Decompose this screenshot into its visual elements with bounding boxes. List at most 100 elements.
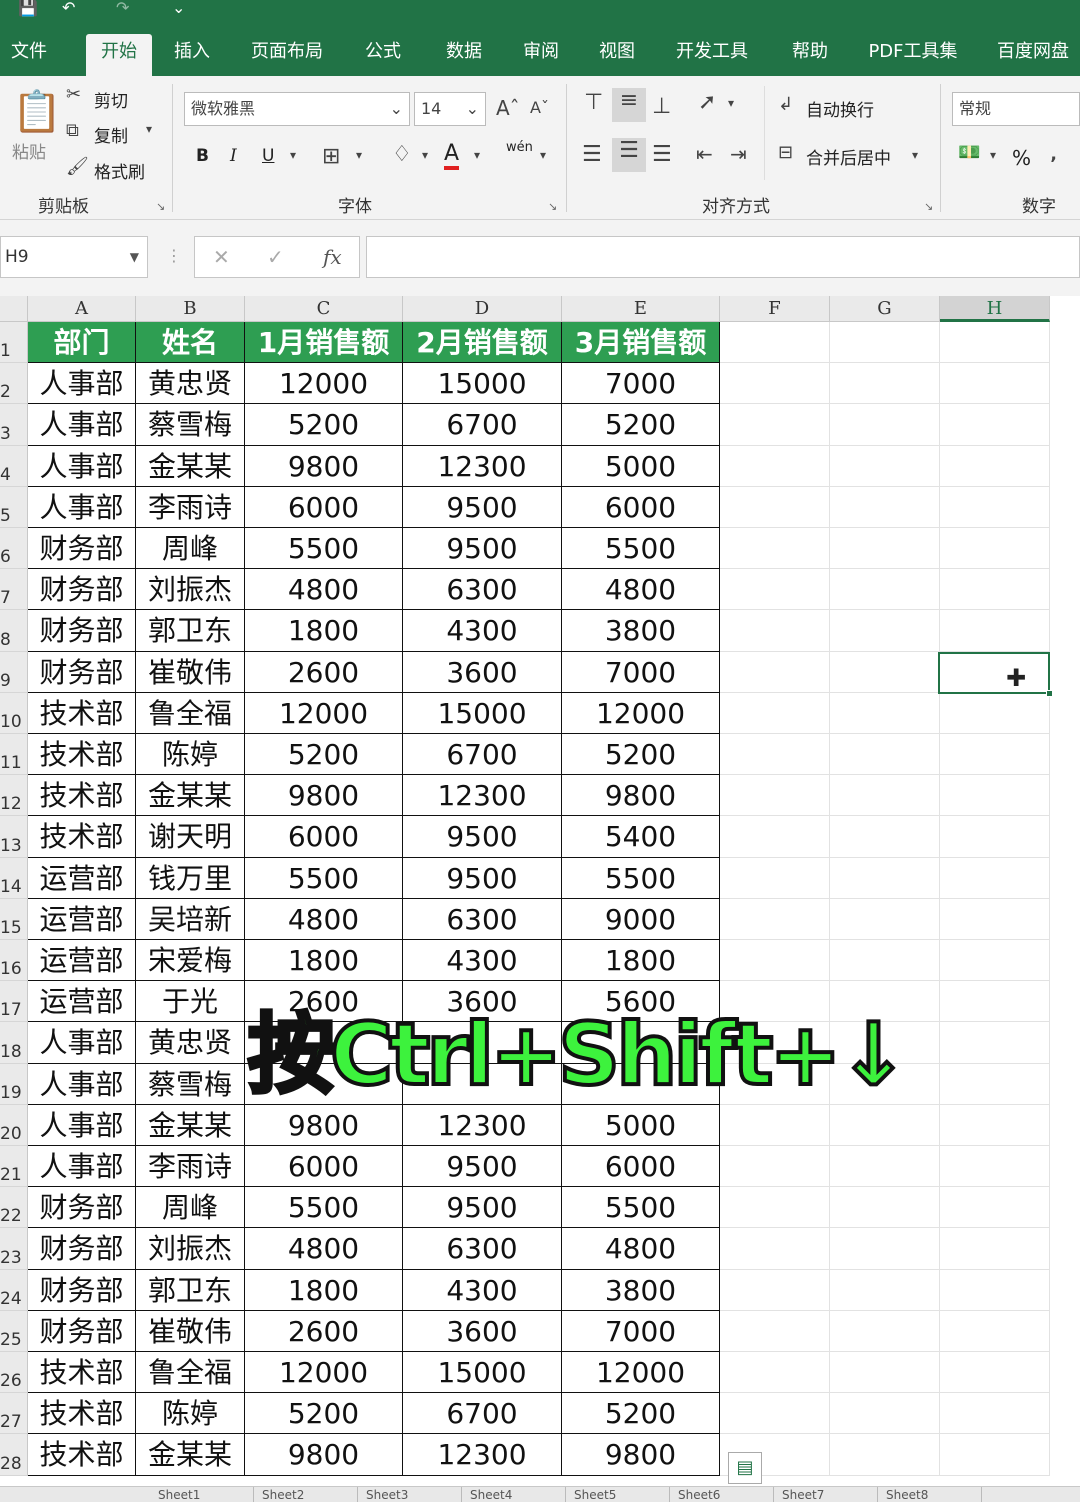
table-cell[interactable]: 5500: [245, 857, 403, 899]
sheet-tab[interactable]: Sheet4: [462, 1487, 566, 1502]
empty-cell[interactable]: [720, 857, 830, 899]
table-cell[interactable]: 财务部: [28, 528, 136, 570]
table-cell[interactable]: 技术部: [28, 1434, 136, 1476]
table-cell[interactable]: 金某某: [136, 1434, 245, 1476]
row-header[interactable]: 12: [0, 775, 28, 817]
empty-cell[interactable]: [720, 734, 830, 776]
tab-9[interactable]: 帮助: [776, 34, 844, 76]
column-header-B[interactable]: B: [136, 296, 245, 322]
paste-button[interactable]: 粘贴: [12, 138, 46, 163]
table-cell[interactable]: 运营部: [28, 898, 136, 940]
table-cell[interactable]: 5500: [245, 1187, 403, 1229]
row-header[interactable]: 5: [0, 486, 28, 528]
table-cell[interactable]: 陈婷: [136, 1393, 245, 1435]
table-cell[interactable]: 5200: [562, 1393, 720, 1435]
empty-cell[interactable]: [940, 1022, 1050, 1064]
table-cell[interactable]: 技术部: [28, 775, 136, 817]
table-cell[interactable]: 6700: [403, 1393, 562, 1435]
table-cell[interactable]: 4800: [562, 569, 720, 611]
table-cell[interactable]: 2600: [245, 1310, 403, 1352]
empty-cell[interactable]: [830, 363, 940, 405]
active-cell-selection[interactable]: [938, 652, 1050, 694]
empty-cell[interactable]: [940, 775, 1050, 817]
table-cell[interactable]: 9800: [562, 775, 720, 817]
table-cell[interactable]: 郭卫东: [136, 610, 245, 652]
pinyin-button[interactable]: wén: [506, 140, 533, 155]
table-cell[interactable]: 于光: [136, 981, 245, 1023]
table-cell[interactable]: 技术部: [28, 692, 136, 734]
italic-button[interactable]: I: [230, 146, 237, 166]
copy-button[interactable]: 复制: [94, 122, 128, 147]
table-cell[interactable]: 6000: [245, 816, 403, 858]
align-bottom-icon[interactable]: ⊥: [652, 94, 671, 119]
table-cell[interactable]: 技术部: [28, 734, 136, 776]
align-middle-icon[interactable]: ≡: [612, 88, 646, 122]
table-cell[interactable]: 1800: [245, 940, 403, 982]
table-cell[interactable]: 李雨诗: [136, 486, 245, 528]
table-cell[interactable]: 12000: [245, 363, 403, 405]
row-header[interactable]: 8: [0, 610, 28, 652]
table-cell[interactable]: 4300: [403, 610, 562, 652]
empty-cell[interactable]: [830, 1310, 940, 1352]
row-header[interactable]: 23: [0, 1228, 28, 1270]
table-cell[interactable]: 运营部: [28, 981, 136, 1023]
table-cell[interactable]: 陈婷: [136, 734, 245, 776]
table-cell[interactable]: 蔡雪梅: [136, 1063, 245, 1105]
border-icon[interactable]: ⊞: [322, 144, 340, 169]
table-cell[interactable]: 5200: [245, 1393, 403, 1435]
select-all-corner[interactable]: [0, 296, 28, 322]
table-cell[interactable]: 人事部: [28, 1063, 136, 1105]
table-cell[interactable]: 刘振杰: [136, 569, 245, 611]
empty-cell[interactable]: [720, 940, 830, 982]
format-painter-button[interactable]: 格式刷: [94, 158, 145, 183]
empty-cell[interactable]: [940, 1228, 1050, 1270]
empty-cell[interactable]: [940, 610, 1050, 652]
percent-button[interactable]: %: [1012, 146, 1031, 170]
table-cell[interactable]: 9800: [245, 445, 403, 487]
table-cell[interactable]: 5500: [245, 528, 403, 570]
tab-7[interactable]: 视图: [584, 34, 650, 76]
table-cell[interactable]: 金某某: [136, 1104, 245, 1146]
row-header[interactable]: 2: [0, 363, 28, 405]
row-header[interactable]: 4: [0, 445, 28, 487]
empty-cell[interactable]: [720, 404, 830, 446]
table-cell[interactable]: 运营部: [28, 857, 136, 899]
row-header[interactable]: 16: [0, 940, 28, 982]
table-cell[interactable]: 5500: [562, 857, 720, 899]
column-header-A[interactable]: A: [28, 296, 136, 322]
table-cell[interactable]: 人事部: [28, 1022, 136, 1064]
table-cell[interactable]: 5200: [562, 404, 720, 446]
cancel-icon[interactable]: ✕: [213, 245, 230, 269]
row-header[interactable]: 22: [0, 1187, 28, 1229]
empty-cell[interactable]: [830, 445, 940, 487]
align-left-icon[interactable]: ☰: [582, 142, 602, 167]
table-cell[interactable]: 9000: [562, 898, 720, 940]
empty-cell[interactable]: [720, 363, 830, 405]
empty-cell[interactable]: [830, 857, 940, 899]
font-color-dropdown-icon[interactable]: ▾: [474, 148, 480, 162]
table-cell[interactable]: 黄忠贤: [136, 363, 245, 405]
row-header[interactable]: 1: [0, 322, 28, 364]
table-cell[interactable]: 12300: [403, 1104, 562, 1146]
row-header[interactable]: 25: [0, 1310, 28, 1352]
table-cell[interactable]: 2600: [245, 651, 403, 693]
empty-cell[interactable]: [720, 898, 830, 940]
empty-cell[interactable]: [940, 1434, 1050, 1476]
table-cell[interactable]: 5200: [245, 404, 403, 446]
border-dropdown-icon[interactable]: ▾: [356, 148, 362, 162]
table-cell[interactable]: 4300: [403, 940, 562, 982]
fill-dropdown-icon[interactable]: ▾: [422, 148, 428, 162]
table-cell[interactable]: 技术部: [28, 1393, 136, 1435]
empty-cell[interactable]: [940, 445, 1050, 487]
empty-cell[interactable]: [940, 363, 1050, 405]
table-cell[interactable]: 6000: [245, 486, 403, 528]
tab-5[interactable]: 数据: [430, 34, 498, 76]
empty-cell[interactable]: [720, 1187, 830, 1229]
empty-cell[interactable]: [940, 940, 1050, 982]
table-cell[interactable]: 1800: [245, 1269, 403, 1311]
empty-cell[interactable]: [720, 1104, 830, 1146]
row-header[interactable]: 21: [0, 1146, 28, 1188]
row-header[interactable]: 20: [0, 1104, 28, 1146]
empty-cell[interactable]: [940, 1269, 1050, 1311]
table-cell[interactable]: 6700: [403, 734, 562, 776]
